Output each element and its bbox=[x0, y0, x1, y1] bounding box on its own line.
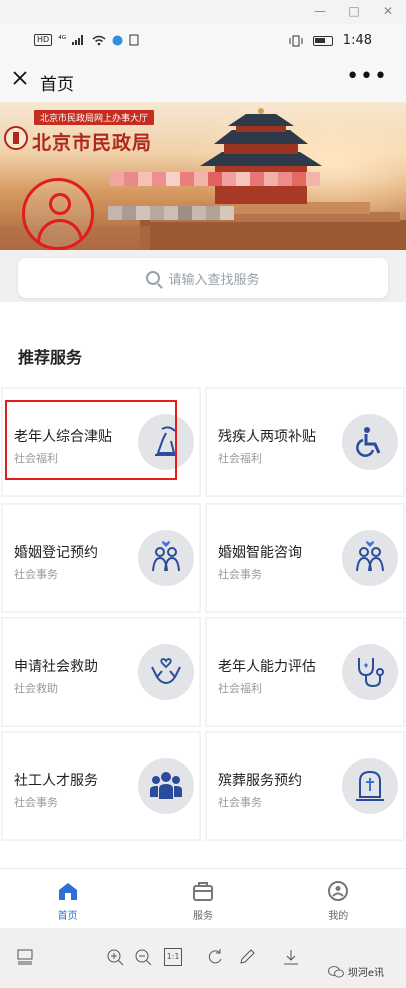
briefcase-icon bbox=[192, 882, 213, 901]
search-icon bbox=[146, 271, 161, 285]
service-category: 社会事务 bbox=[218, 568, 262, 581]
zoom-in-icon[interactable] bbox=[106, 948, 124, 966]
minimize-button[interactable]: — bbox=[310, 2, 330, 20]
thumbnail-icon[interactable] bbox=[16, 948, 34, 966]
status-bar: HD ⁴ᴳ 1:48 bbox=[0, 24, 406, 60]
service-name: 残疾人两项补贴 bbox=[218, 429, 316, 445]
avatar[interactable] bbox=[22, 178, 94, 250]
main-content: 推荐服务 老年人综合津贴 社会福利 残疾人两项补贴 社会福利 婚姻登记预约 社会… bbox=[0, 302, 406, 868]
clipboard-icon bbox=[129, 34, 139, 46]
tab-home[interactable]: 首页 bbox=[0, 869, 135, 928]
service-category: 社会福利 bbox=[218, 682, 262, 695]
search-input[interactable]: 请输入查找服务 bbox=[18, 258, 388, 298]
tab-label: 服务 bbox=[192, 911, 213, 922]
tab-profile[interactable]: 我的 bbox=[271, 869, 406, 928]
service-card-social-assistance[interactable]: 申请社会救助 社会救助 bbox=[2, 618, 200, 726]
page-title: 首页 bbox=[40, 75, 74, 95]
wheelchair-icon bbox=[342, 414, 398, 470]
tombstone-icon bbox=[342, 758, 398, 814]
service-name: 社工人才服务 bbox=[14, 773, 98, 789]
hd-badge: HD bbox=[34, 34, 53, 46]
service-card-marriage-consult[interactable]: 婚姻智能咨询 社会事务 bbox=[206, 504, 404, 612]
stethoscope-icon bbox=[342, 644, 398, 700]
watermark-text: 坝河e讯 bbox=[347, 968, 384, 979]
profile-icon bbox=[328, 881, 349, 901]
service-name: 殡葬服务预约 bbox=[218, 773, 302, 789]
tab-label: 首页 bbox=[57, 911, 78, 922]
vibrate-icon bbox=[289, 35, 303, 46]
service-card-disability-subsidy[interactable]: 残疾人两项补贴 社会福利 bbox=[206, 388, 404, 496]
service-category: 社会事务 bbox=[14, 568, 58, 581]
download-icon[interactable] bbox=[282, 948, 300, 966]
wechat-icon bbox=[327, 965, 344, 977]
service-name: 婚姻登记预约 bbox=[14, 545, 98, 561]
service-name: 婚姻智能咨询 bbox=[218, 545, 302, 561]
couple-icon bbox=[342, 530, 398, 586]
couple-icon bbox=[138, 530, 194, 586]
viewer-toolbar: 1:1 bbox=[0, 936, 406, 988]
network-type: ⁴ᴳ bbox=[58, 35, 67, 45]
tab-label: 我的 bbox=[328, 911, 349, 922]
tab-services[interactable]: 服务 bbox=[135, 869, 270, 928]
signal-icon bbox=[72, 35, 84, 45]
service-card-funeral-booking[interactable]: 殡葬服务预约 社会事务 bbox=[206, 732, 404, 840]
app-notification-icon bbox=[112, 35, 123, 45]
window-titlebar: — □ ✕ bbox=[0, 0, 406, 24]
clock: 1:48 bbox=[342, 33, 372, 48]
wifi-icon bbox=[92, 35, 106, 45]
redacted-username bbox=[110, 172, 320, 186]
service-card-marriage-booking[interactable]: 婚姻登记预约 社会事务 bbox=[2, 504, 200, 612]
org-name: 北京市民政局 bbox=[32, 132, 153, 154]
close-icon[interactable] bbox=[12, 68, 28, 92]
rotate-icon[interactable] bbox=[206, 948, 224, 966]
group-icon bbox=[138, 758, 194, 814]
window-close-button[interactable]: ✕ bbox=[378, 2, 398, 20]
highlight-box bbox=[5, 400, 177, 480]
section-title: 推荐服务 bbox=[18, 348, 83, 367]
search-placeholder: 请输入查找服务 bbox=[168, 272, 260, 288]
bottom-nav: 首页 服务 我的 bbox=[0, 868, 406, 928]
redacted-user-info bbox=[108, 206, 234, 220]
zoom-out-icon[interactable] bbox=[134, 948, 152, 966]
home-icon bbox=[58, 883, 77, 900]
service-category: 社会救助 bbox=[14, 682, 58, 695]
avatar-body-shape bbox=[37, 219, 83, 247]
service-card-social-worker[interactable]: 社工人才服务 社会事务 bbox=[2, 732, 200, 840]
edit-icon[interactable] bbox=[238, 948, 256, 966]
app-frame: — □ ✕ HD ⁴ᴳ 1:48 首页 ••• 北京市民政局网上办事大厅 北京市… bbox=[0, 0, 406, 988]
service-category: 社会福利 bbox=[218, 452, 262, 465]
service-name: 申请社会救助 bbox=[14, 659, 98, 675]
avatar-head-shape bbox=[49, 193, 71, 215]
actual-size-button[interactable]: 1:1 bbox=[164, 948, 182, 966]
service-category: 社会事务 bbox=[14, 796, 58, 809]
battery-icon bbox=[312, 35, 333, 46]
watermark: 坝河e讯 bbox=[327, 964, 384, 979]
civil-affairs-logo-icon bbox=[4, 126, 28, 150]
service-category: 社会事务 bbox=[218, 796, 262, 809]
service-card-elder-assessment[interactable]: 老年人能力评估 社会福利 bbox=[206, 618, 404, 726]
more-menu-button[interactable]: ••• bbox=[346, 64, 388, 89]
app-header: 首页 ••• bbox=[0, 60, 406, 102]
helping-hands-icon bbox=[138, 644, 194, 700]
service-name: 老年人能力评估 bbox=[218, 659, 316, 675]
org-subtitle-tag: 北京市民政局网上办事大厅 bbox=[34, 110, 155, 125]
restore-button[interactable]: □ bbox=[344, 2, 364, 20]
